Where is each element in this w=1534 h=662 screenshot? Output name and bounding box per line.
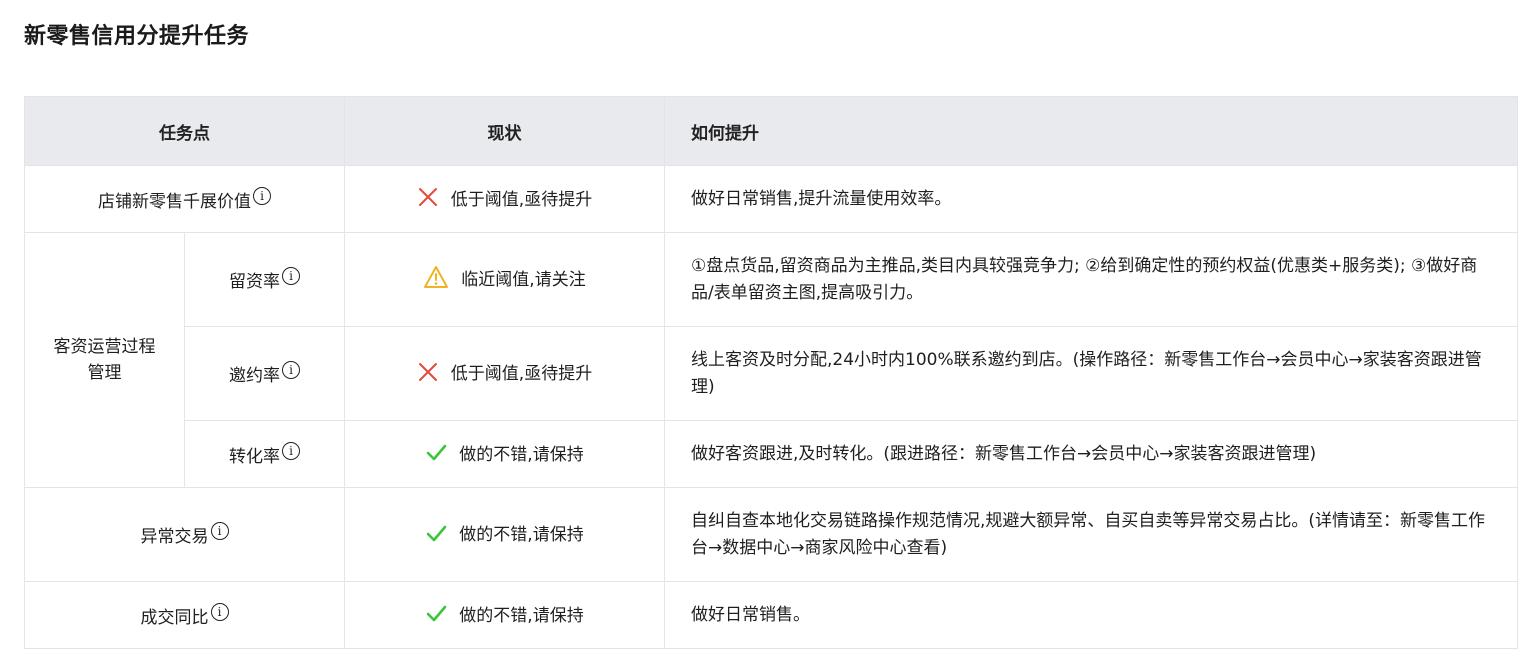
table-row: 成交同比 i 做的不错,请保持 做好日常销售。 [24,581,1518,649]
status-text: 低于阈值,亟待提升 [450,364,593,385]
header-how: 如何提升 [664,96,1518,166]
x-icon [418,362,437,381]
task-cell: 留资率 i [184,232,345,327]
task-label: 转化率 [229,446,280,467]
task-cell: 成交同比 i [24,581,345,649]
status-text: 做的不错,请保持 [459,444,584,465]
table-header-row: 任务点 现状 如何提升 [24,96,1518,166]
how-cell: 线上客资及时分配,24小时内100%联系邀约到店。(操作路径：新零售工作台→会员… [664,326,1518,421]
how-cell: 自纠自查本地化交易链路操作规范情况,规避大额异常、自买自卖等异常交易占比。(详情… [664,487,1518,582]
header-task: 任务点 [24,96,345,166]
info-icon[interactable]: i [210,522,229,540]
status-cell: 做的不错,请保持 [344,487,665,582]
status-text: 低于阈值,亟待提升 [450,189,593,210]
task-label: 邀约率 [229,366,280,386]
task-cell: 邀约率 i [184,326,345,421]
check-icon [426,605,447,622]
header-status: 现状 [344,96,665,166]
how-cell: 做好日常销售,提升流量使用效率。 [664,165,1518,233]
task-cell: 异常交易 i [24,487,345,582]
task-cell: 店铺新零售千展价值 i [24,165,345,233]
status-text: 做的不错,请保持 [459,605,584,626]
status-text: 做的不错,请保持 [459,525,584,546]
task-label: 成交同比 [140,607,209,628]
task-table: 任务点 现状 如何提升 店铺新零售千展价值 i 低于阈值,亟待提升 做好日常销售,… [24,96,1518,649]
task-label: 店铺新零售千展价值 [98,191,251,212]
table-row: 转化率 i 做的不错,请保持 做好客资跟进,及时转化。(跟进路径：新零售工作台→会… [25,420,1518,488]
info-icon[interactable]: i [210,602,229,621]
status-cell: 做的不错,请保持 [344,581,665,649]
check-icon [426,444,447,461]
table-row: 邀约率 i 低于阈值,亟待提升 线上客资及时分配,24小时内100%联系邀约到店。… [25,326,1518,421]
info-icon[interactable]: i [282,267,300,285]
table-row: 店铺新零售千展价值 i 低于阈值,亟待提升 做好日常销售,提升流量使用效率。 [24,165,1518,233]
status-cell: 低于阈值,亟待提升 [344,165,665,233]
info-icon[interactable]: i [253,186,271,205]
info-icon[interactable]: i [282,441,300,460]
how-cell: 做好日常销售。 [664,581,1518,649]
status-cell: 低于阈值,亟待提升 [344,326,665,421]
how-cell: 做好客资跟进,及时转化。(跟进路径：新零售工作台→会员中心→家装客资跟进管理) [664,420,1518,488]
warning-icon [424,266,449,289]
how-cell: ①盘点货品,留资商品为主推品,类目内具较强竞争力; ②给到确定性的预约权益(优惠… [664,232,1518,327]
info-icon[interactable]: i [282,361,300,379]
group-cell: 客资运营过程管理 [24,232,185,488]
task-label: 异常交易 [140,527,209,547]
table-row: 异常交易 i 做的不错,请保持 自纠自查本地化交易链路操作规范情况,规避大额异常、… [24,487,1518,582]
x-icon [418,188,437,207]
task-label: 留资率 [229,272,280,292]
check-icon [426,525,447,542]
status-cell: 临近阈值,请关注 [344,232,665,327]
task-cell: 转化率 i [184,420,345,488]
page-title: 新零售信用分提升任务 [24,24,250,49]
status-cell: 做的不错,请保持 [344,420,665,488]
status-text: 临近阈值,请关注 [461,269,586,290]
table-row: 客资运营过程管理 留资率 i 临近阈值,请关注 ①盘点货品,留资商品为主推品,类目… [24,232,1518,488]
